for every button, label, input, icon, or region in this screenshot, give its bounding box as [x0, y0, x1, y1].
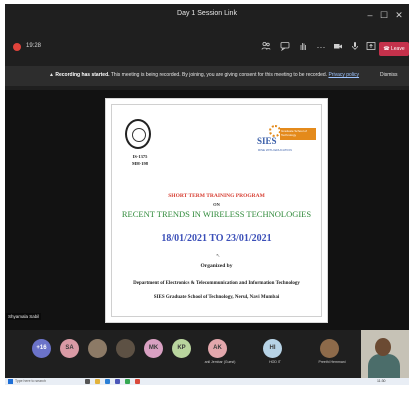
- shared-content-stage: IS-1375 MH-198 SIES Graduate School of T…: [5, 90, 409, 330]
- participant-name: Preethi Hemmani: [318, 360, 346, 364]
- chat-icon[interactable]: [279, 41, 291, 53]
- raise-hand-icon[interactable]: [297, 41, 309, 53]
- participant-tile[interactable]: Preethi Hemmani: [317, 336, 347, 366]
- overflow-count-avatar: +16: [32, 339, 51, 358]
- taskbar-search-input[interactable]: Type here to search: [15, 379, 75, 384]
- organized-by-label: Organized by: [200, 263, 233, 269]
- meeting-timer: 19:28: [26, 43, 42, 49]
- more-icon[interactable]: ···: [315, 41, 327, 53]
- close-button[interactable]: ✕: [392, 8, 406, 22]
- meeting-toolbar: 19:28 ··· ☎ Leave: [5, 35, 409, 61]
- recording-banner-text: ▲ Recording has started. This meeting is…: [49, 72, 359, 78]
- avatar: SA: [60, 339, 79, 358]
- participant-tile[interactable]: +16: [29, 336, 59, 366]
- department-name: Department of Electronics & Telecommunic…: [133, 281, 300, 286]
- leave-button[interactable]: ☎ Leave: [379, 42, 409, 56]
- participant-tile[interactable]: SA: [57, 336, 87, 366]
- iste-seal-logo: [125, 119, 151, 149]
- recording-started-label: Recording has started.: [55, 72, 110, 78]
- windows-start-icon[interactable]: [8, 379, 13, 384]
- program-heading: SHORT TERM TRAINING PROGRAM: [168, 193, 265, 199]
- iso-code-2: MH-198: [132, 161, 148, 166]
- leave-label: Leave: [391, 46, 405, 52]
- presenter-name-label: Shyamala Sabil: [6, 313, 42, 320]
- sies-wordmark: SIES: [257, 136, 277, 146]
- taskbar-clock: 11:30: [377, 379, 386, 383]
- minimize-button[interactable]: –: [363, 8, 377, 22]
- participant-name: HOD IT: [269, 360, 281, 364]
- teams-icon[interactable]: [115, 379, 120, 384]
- photo-avatar: [320, 339, 339, 358]
- edge-icon[interactable]: [105, 379, 110, 384]
- share-icon[interactable]: [365, 41, 377, 53]
- sies-logo: SIES Graduate School of Technology RISE …: [257, 125, 319, 152]
- institute-name: SIES Graduate School of Technology, Neru…: [153, 295, 280, 300]
- recording-consent-text: This meeting is being recorded. By joini…: [109, 72, 328, 78]
- self-video-head: [375, 338, 391, 356]
- participant-tile[interactable]: [113, 336, 143, 366]
- participants-icon[interactable]: [260, 41, 272, 53]
- self-video-view[interactable]: [361, 330, 409, 378]
- window-title: Day 1 Session Link: [177, 10, 237, 17]
- title-bar: Day 1 Session Link – ☐ ✕: [5, 4, 409, 28]
- participant-tile[interactable]: HI HOD IT: [260, 336, 290, 366]
- participant-name: anil Jembar (Guest): [204, 360, 236, 364]
- photo-avatar: [116, 339, 135, 358]
- on-label: ON: [213, 202, 220, 207]
- iso-code-1: IS-1375: [132, 154, 148, 159]
- presentation-slide: IS-1375 MH-198 SIES Graduate School of T…: [105, 98, 328, 323]
- avatar: HI: [263, 339, 282, 358]
- maximize-button[interactable]: ☐: [377, 8, 391, 22]
- recording-indicator-icon: [13, 43, 21, 51]
- participant-tile[interactable]: MK: [141, 336, 171, 366]
- program-dates: 18/01/2021 TO 23/01/2021: [161, 233, 272, 244]
- self-video-body: [368, 354, 400, 378]
- avatar: AK: [208, 339, 227, 358]
- chrome-icon[interactable]: [125, 379, 130, 384]
- privacy-policy-link[interactable]: Privacy policy: [328, 72, 359, 78]
- phone-hangup-icon: ☎: [383, 46, 391, 52]
- app-icon[interactable]: [135, 379, 140, 384]
- task-view-icon[interactable]: [85, 379, 90, 384]
- participants-strip: +16 SA MK KP AK anil Jembar (Guest) HI H…: [5, 330, 409, 378]
- sies-school-label: Graduate School of Technology: [280, 128, 316, 140]
- file-explorer-icon[interactable]: [95, 379, 100, 384]
- camera-icon[interactable]: [332, 41, 344, 53]
- program-title: RECENT TRENDS IN WIRELESS TECHNOLOGIES: [121, 209, 312, 219]
- mic-icon[interactable]: [349, 41, 361, 53]
- mouse-cursor-icon: ↖: [216, 253, 221, 259]
- recording-banner: ▲ Recording has started. This meeting is…: [5, 66, 409, 86]
- sies-motto: RISE WITH EDUCATION: [258, 148, 292, 152]
- teams-meeting-window: Day 1 Session Link – ☐ ✕ 19:28 ··· ☎ Lea…: [5, 4, 409, 385]
- avatar: KP: [172, 339, 191, 358]
- slide-border: IS-1375 MH-198 SIES Graduate School of T…: [111, 104, 322, 317]
- avatar: MK: [144, 339, 163, 358]
- dismiss-button[interactable]: Dismiss: [380, 72, 398, 78]
- photo-avatar: [88, 339, 107, 358]
- participant-tile[interactable]: AK anil Jembar (Guest): [205, 336, 235, 366]
- participant-tile[interactable]: [85, 336, 115, 366]
- iso-codes: IS-1375 MH-198: [122, 153, 158, 167]
- windows-taskbar: Type here to search 11:30: [5, 378, 409, 385]
